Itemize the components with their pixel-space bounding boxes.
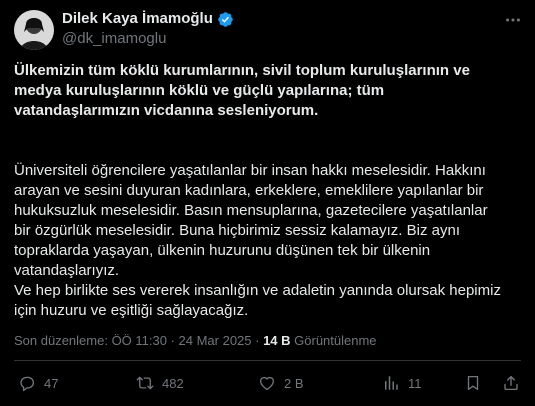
- tweet-text: Ülkemizin tüm köklü kurumlarının, sivil …: [14, 61, 522, 321]
- heart-icon: [259, 376, 275, 391]
- tweet-line: Üniversiteli öğrencilere yaşatılanlar bi…: [14, 162, 486, 179]
- tweet-line: topraklarda yaşayan, ülkenin huzurunu dü…: [14, 242, 431, 259]
- bookmark-icon: [467, 375, 479, 391]
- tweet-bold-line: Ülkemizin tüm köklü kurumlarının, sivil …: [14, 62, 470, 79]
- views-label: Görüntülenme: [290, 333, 377, 348]
- more-options-button[interactable]: [503, 10, 523, 30]
- tweet-line: bir özgürlük meselesidir. Buna hiçbirimi…: [14, 222, 460, 239]
- views-button[interactable]: 11: [382, 372, 422, 394]
- author-display-name[interactable]: Dilek Kaya İmamoğlu: [62, 10, 213, 28]
- tweet-line: arayan ve sesini duyuran kadınlara, erke…: [14, 182, 484, 199]
- tweet-bold-line: vatandaşlarımızın vicdanına sesleniyorum…: [14, 102, 319, 119]
- tweet-metadata: Son düzenleme: ÖÖ 11:30 · 24 Mar 2025 · …: [14, 332, 377, 350]
- views-count: 14 B: [263, 333, 291, 348]
- tweet-line: için huzuru ve eşitliği sağlayacağız.: [14, 302, 249, 319]
- avatar-photo-icon: [14, 10, 54, 50]
- tweet-line: Ve hep birlikte ses vererek insanlığın v…: [14, 282, 501, 299]
- more-dots-icon: [506, 18, 520, 22]
- reply-icon: [20, 376, 35, 392]
- edited-timestamp[interactable]: Son düzenleme: ÖÖ 11:30 · 24 Mar 2025 ·: [14, 333, 263, 348]
- tweet-bold-line: medya kuruluşlarının köklü ve güçlü yapı…: [14, 82, 385, 99]
- tweet: Dilek Kaya İmamoğlu @dk_imamoglu Ülkemiz…: [0, 0, 535, 406]
- reply-button[interactable]: 47: [18, 372, 58, 394]
- views-action-count: 11: [408, 375, 422, 391]
- share-button[interactable]: [502, 372, 520, 394]
- avatar[interactable]: [14, 10, 54, 50]
- like-count: 2 B: [284, 375, 304, 391]
- like-button[interactable]: 2 B: [258, 372, 304, 394]
- repost-count: 482: [162, 375, 184, 391]
- author-handle[interactable]: @dk_imamoglu: [62, 30, 166, 48]
- author-name-row: Dilek Kaya İmamoğlu: [62, 10, 234, 28]
- verified-badge-icon: [218, 11, 233, 27]
- divider: [14, 360, 521, 361]
- reply-count: 47: [44, 375, 59, 391]
- action-bar: 47 482 2 B 11: [14, 372, 522, 394]
- repost-button[interactable]: 482: [136, 372, 184, 394]
- views-bar-chart-icon: [385, 376, 398, 390]
- tweet-line: vatandaşlarıyız.: [14, 262, 120, 279]
- bookmark-button[interactable]: [464, 372, 482, 394]
- tweet-line: hukuksuzluk meselesidir. Basın mensuplar…: [14, 202, 488, 219]
- repost-icon: [136, 376, 154, 390]
- share-icon: [504, 375, 518, 391]
